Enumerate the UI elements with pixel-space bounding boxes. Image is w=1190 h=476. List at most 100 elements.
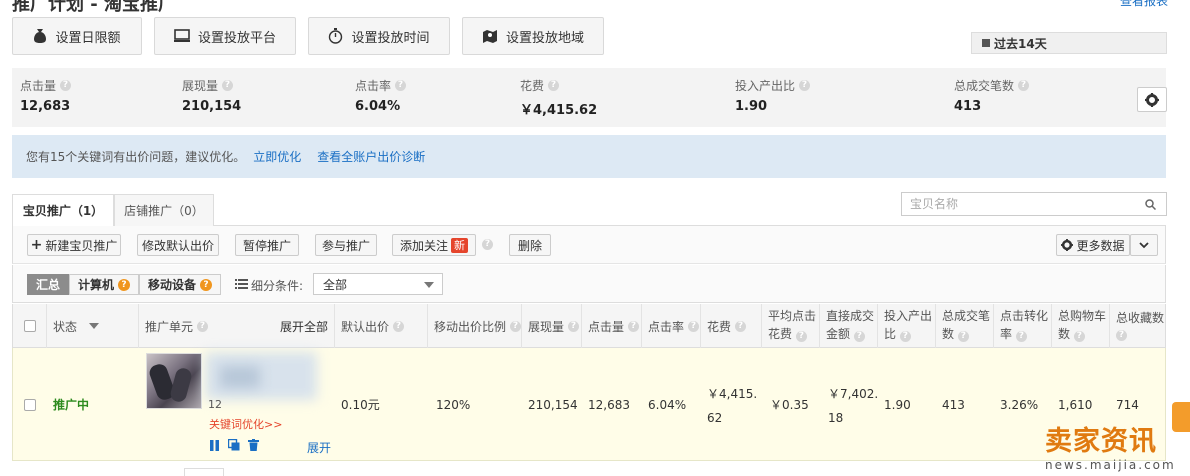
help-icon[interactable]: ? bbox=[1073, 331, 1085, 342]
row-actions bbox=[209, 439, 259, 451]
tab-label: 店铺推广（0） bbox=[124, 204, 204, 218]
add-follow-button[interactable]: 添加关注 新 bbox=[392, 234, 476, 256]
help-icon[interactable]: ? bbox=[548, 80, 560, 91]
delete-button[interactable]: 删除 bbox=[509, 234, 551, 256]
optimize-now-link[interactable]: 立即优化 bbox=[253, 148, 301, 165]
row-default-bid[interactable]: 0.10元 bbox=[335, 348, 428, 461]
pagination-stub[interactable] bbox=[184, 468, 224, 476]
help-icon[interactable]: ? bbox=[1015, 331, 1027, 342]
pause-icon[interactable] bbox=[209, 439, 220, 451]
row-cvr: 3.26% bbox=[994, 348, 1052, 461]
help-icon[interactable]: ? bbox=[1116, 329, 1127, 341]
cost-header[interactable]: 花费? bbox=[701, 304, 762, 348]
select-all-checkbox[interactable] bbox=[24, 320, 36, 332]
new-item-label: 新建宝贝推广 bbox=[45, 238, 118, 253]
item-search-box[interactable] bbox=[901, 192, 1167, 216]
condition-select[interactable]: 全部 bbox=[313, 273, 443, 295]
plus-icon: + bbox=[30, 237, 43, 253]
date-range-selector[interactable]: 过去14天 bbox=[971, 32, 1167, 54]
help-icon[interactable]: ? bbox=[482, 239, 493, 250]
ctr-header[interactable]: 点击率? bbox=[642, 304, 701, 348]
metric-value: 210,154 bbox=[182, 99, 242, 114]
metric-label: 总成交笔数 bbox=[954, 79, 1015, 93]
orders-header[interactable]: 总成交笔数 ? bbox=[936, 304, 994, 348]
cvr-header[interactable]: 点击转化率 ? bbox=[994, 304, 1052, 348]
row-impressions: 210,154 bbox=[522, 348, 582, 461]
edit-default-bid-button[interactable]: 修改默认出价 bbox=[137, 234, 219, 256]
metrics-settings-button[interactable] bbox=[1137, 87, 1167, 112]
header-label: 总收藏数 bbox=[1116, 310, 1165, 325]
header-label: 点击率 bbox=[648, 319, 685, 334]
mobile-ratio-header[interactable]: 移动出价比例? bbox=[428, 304, 522, 348]
more-data-button[interactable]: 更多数据 bbox=[1056, 234, 1130, 256]
help-icon[interactable]: ? bbox=[795, 331, 807, 342]
header-label: 状态 bbox=[53, 319, 78, 334]
help-icon[interactable]: ? bbox=[735, 320, 747, 332]
set-region-button[interactable]: 设置投放地域 bbox=[462, 17, 604, 55]
copy-icon[interactable] bbox=[228, 439, 240, 451]
help-icon[interactable]: ? bbox=[510, 320, 521, 332]
money-bag-icon bbox=[34, 29, 47, 43]
help-icon[interactable]: ? bbox=[799, 80, 811, 91]
expand-link[interactable]: 展开 bbox=[307, 439, 331, 456]
report-link[interactable]: 查看报表 bbox=[1120, 0, 1168, 9]
avg-cpc-header[interactable]: 平均点击 花费 ? bbox=[762, 304, 820, 348]
help-icon[interactable]: ? bbox=[899, 331, 911, 342]
calendar-icon bbox=[982, 39, 990, 47]
set-daily-limit-label: 设置日限额 bbox=[55, 30, 121, 46]
set-daily-limit-button[interactable]: 设置日限额 bbox=[12, 17, 142, 55]
cell-value: 120% bbox=[436, 397, 471, 412]
help-icon[interactable]: ? bbox=[568, 320, 580, 332]
cell-value: ￥7,402. bbox=[828, 386, 879, 401]
metric-value: ￥4,415.62 bbox=[520, 103, 598, 118]
tab-item-promotion[interactable]: 宝贝推广（1） bbox=[12, 194, 114, 226]
bid-diagnosis-link[interactable]: 查看全账户出价诊断 bbox=[317, 148, 425, 165]
row-ctr: 6.04% bbox=[642, 348, 701, 461]
help-icon[interactable]: ? bbox=[628, 320, 640, 332]
status-header[interactable]: 状态 bbox=[47, 304, 139, 348]
keyword-optimize-link[interactable]: 关键词优化>> bbox=[209, 416, 282, 432]
help-icon[interactable]: ? bbox=[957, 331, 969, 342]
product-thumbnail[interactable] bbox=[146, 353, 202, 409]
help-icon[interactable]: ? bbox=[222, 80, 234, 91]
help-icon[interactable]: ? bbox=[1018, 80, 1030, 91]
more-data-dropdown[interactable] bbox=[1130, 234, 1158, 256]
header-label: 花费 bbox=[768, 327, 793, 341]
roi-header[interactable]: 投入产出比 ? bbox=[878, 304, 936, 348]
help-icon[interactable]: ? bbox=[395, 80, 407, 91]
help-icon[interactable]: ? bbox=[688, 320, 700, 332]
help-icon[interactable]: ? bbox=[200, 278, 213, 291]
direct-gmv-header[interactable]: 直接成交 金额 ? bbox=[820, 304, 878, 348]
trash-icon[interactable] bbox=[248, 439, 259, 451]
row-mobile-ratio[interactable]: 120% bbox=[428, 348, 522, 461]
help-icon[interactable]: ? bbox=[853, 331, 865, 342]
search-icon[interactable] bbox=[1145, 199, 1156, 210]
cell-value: 1,610 bbox=[1058, 397, 1093, 412]
search-input[interactable] bbox=[910, 197, 1130, 211]
cell-value: 1.90 bbox=[884, 397, 911, 412]
row-checkbox[interactable] bbox=[24, 398, 36, 411]
segment-summary[interactable]: 汇总 bbox=[27, 274, 70, 295]
cart-header[interactable]: 总购物车数 ? bbox=[1052, 304, 1110, 348]
fav-header[interactable]: 总收藏数? bbox=[1110, 304, 1166, 348]
impressions-header[interactable]: 展现量? bbox=[522, 304, 582, 348]
segment-mobile[interactable]: 移动设备? bbox=[139, 274, 222, 295]
set-schedule-button[interactable]: 设置投放时间 bbox=[308, 17, 450, 55]
row-status: 推广中 bbox=[47, 348, 139, 461]
cell-value: 714 bbox=[1116, 397, 1139, 412]
clicks-header[interactable]: 点击量? bbox=[582, 304, 642, 348]
default-bid-header[interactable]: 默认出价? bbox=[335, 304, 428, 348]
tab-shop-promotion[interactable]: 店铺推广（0） bbox=[114, 194, 214, 226]
metric-label: 点击量 bbox=[20, 79, 57, 93]
header-label: 比 bbox=[884, 327, 897, 341]
help-icon[interactable]: ? bbox=[60, 80, 72, 91]
help-icon[interactable]: ? bbox=[393, 320, 405, 332]
set-platform-button[interactable]: 设置投放平台 bbox=[154, 17, 296, 55]
join-promotion-button[interactable]: 参与推广 bbox=[315, 234, 377, 256]
expand-all-link[interactable]: 展开全部 bbox=[280, 318, 328, 335]
help-icon[interactable]: ? bbox=[118, 278, 131, 291]
help-icon[interactable]: ? bbox=[197, 320, 209, 332]
pause-button[interactable]: 暂停推广 bbox=[235, 234, 299, 256]
segment-computer[interactable]: 计算机? bbox=[69, 274, 140, 295]
new-item-promotion-button[interactable]: + 新建宝贝推广 bbox=[27, 234, 121, 256]
